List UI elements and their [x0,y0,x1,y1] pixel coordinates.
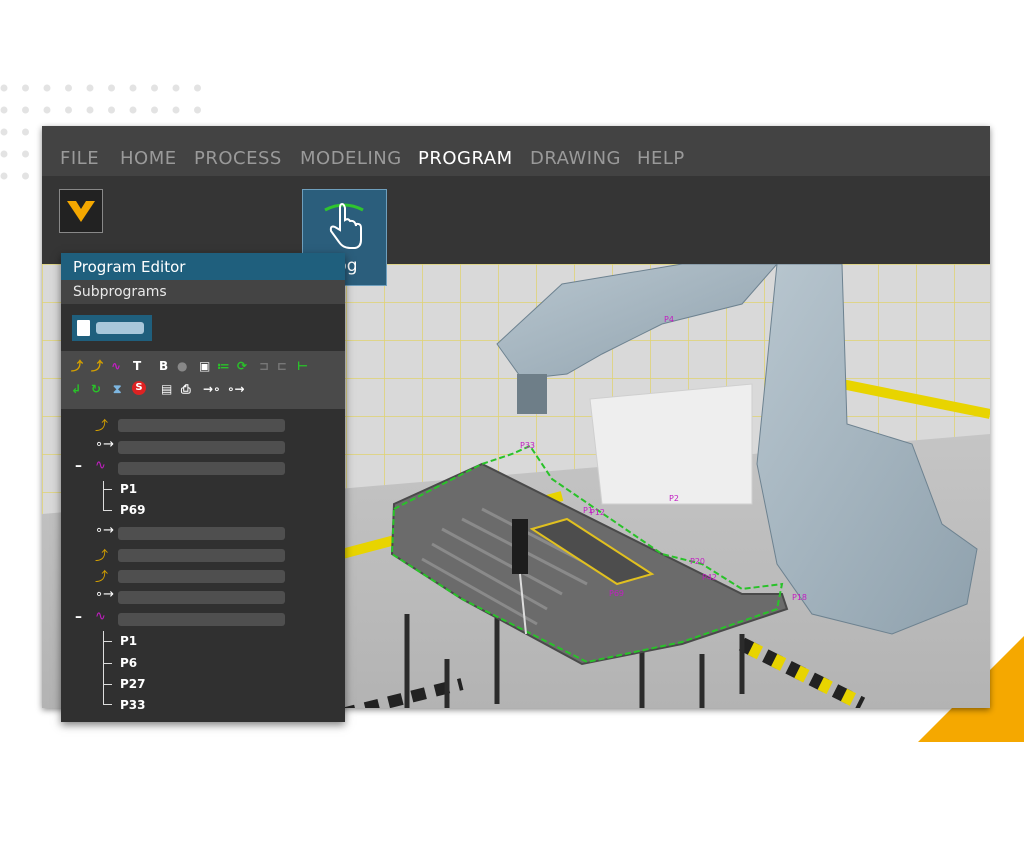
tree-item-spline-group[interactable]: – ∿ [61,609,345,629]
cabinet [589,383,753,505]
return-icon[interactable]: ↲ [71,382,81,396]
subroutine-icon[interactable]: ⊢ [297,359,308,373]
base-change-button[interactable]: B [159,359,168,373]
stop-button[interactable]: S [132,381,146,395]
menu-program[interactable]: PROGRAM [418,148,513,169]
print-icon[interactable]: ⎙ [181,382,191,396]
panel-title: Program Editor [73,258,186,276]
logo-icon [67,201,95,222]
menu-modeling[interactable]: MODELING [300,148,402,169]
point-label-p20: P20 [690,557,705,566]
collapse-icon[interactable]: – [75,609,82,625]
point-label-p33: P33 [520,441,535,450]
menu-process[interactable]: PROCESS [194,148,282,169]
panel-header: Program Editor [61,253,345,280]
tree-point-p1[interactable]: P1 [120,634,137,648]
tree-point-p1[interactable]: P1 [120,482,137,496]
point-label-p12: P12 [590,508,605,517]
program-toolbar: ⤴ ⤴ ∿ T B ● ▣ ≔ ⟳ ⊐ ⊏ ⊢ ↲ ↻ ⧗ S ▤ ⎙ →∘ ∘… [61,351,345,409]
wait-hourglass-icon[interactable]: ⧗ [113,382,121,396]
collapse-icon[interactable]: – [75,458,82,474]
menu-home[interactable]: HOME [120,148,177,169]
record-dot-icon[interactable]: ● [177,359,187,373]
menu-bar: FILE HOME PROCESS MODELING PROGRAM DRAWI… [42,126,990,176]
branch-icon[interactable]: ⊐ [259,359,269,373]
comment-icon[interactable]: ▤ [161,382,172,396]
tree-item-io[interactable]: ∘→ [61,437,345,457]
insert-block-icon[interactable]: ▣ [199,359,210,373]
spindle-tool [512,519,528,574]
tab-subprograms[interactable]: Subprograms [61,280,345,304]
io-icon: ∘→ [95,523,115,538]
tree-item-io[interactable]: ∘→ [61,523,345,543]
linear-move-icon: ⤴ [95,570,109,585]
point-label-p18: P18 [792,593,807,602]
tree-point-p6[interactable]: P6 [120,656,137,670]
menu-drawing[interactable]: DRAWING [530,148,621,169]
program-editor-panel: Program Editor Subprograms ⤴ ⤴ ∿ T B ● ▣… [61,253,345,722]
spline-move-icon: ∿ [95,609,106,624]
document-icon [77,320,90,336]
menu-file[interactable]: FILE [60,148,99,169]
tree-item-move[interactable]: ⤴ [61,566,345,586]
linear-move-icon: ⤴ [95,549,109,564]
io-in-icon[interactable]: ∘→ [227,382,245,396]
loop-icon[interactable]: ⟳ [237,359,247,373]
list-icon[interactable]: ≔ [217,359,230,373]
point-label-p69: P69 [609,589,624,598]
tree-item-spline-group[interactable]: – ∿ [61,458,345,478]
joint-move-icon[interactable]: ⤴ [91,359,103,373]
io-icon: ∘→ [95,587,115,602]
point-label-p4: P4 [664,315,674,324]
hand-pointer-icon [324,202,364,249]
spline-move-icon[interactable]: ∿ [111,359,121,373]
program-selector[interactable] [72,315,152,341]
tool-change-button[interactable]: T [133,359,141,373]
menu-help[interactable]: HELP [637,148,685,169]
tree-item-move[interactable]: ⤴ [61,545,345,565]
tree-item-move[interactable]: ⤴ [61,415,345,435]
tab-subprograms-label: Subprograms [73,284,167,300]
tree-point-p33[interactable]: P33 [120,698,146,712]
io-out-icon[interactable]: →∘ [203,382,221,396]
io-icon: ∘→ [95,437,115,452]
tree-point-p27[interactable]: P27 [120,677,146,691]
program-name-field [96,322,144,334]
ribbon [42,176,990,264]
point-label-p2: P2 [669,494,679,503]
linear-move-icon: ⤴ [95,419,109,434]
spline-move-icon: ∿ [95,458,106,473]
tree-item-io[interactable]: ∘→ [61,587,345,607]
app-logo[interactable] [59,189,103,233]
point-label-p42: P42 [702,573,717,582]
repeat-icon[interactable]: ↻ [91,382,101,396]
linear-move-icon[interactable]: ⤴ [71,359,83,373]
branch-else-icon[interactable]: ⊏ [277,359,287,373]
tree-point-p69[interactable]: P69 [120,503,146,517]
